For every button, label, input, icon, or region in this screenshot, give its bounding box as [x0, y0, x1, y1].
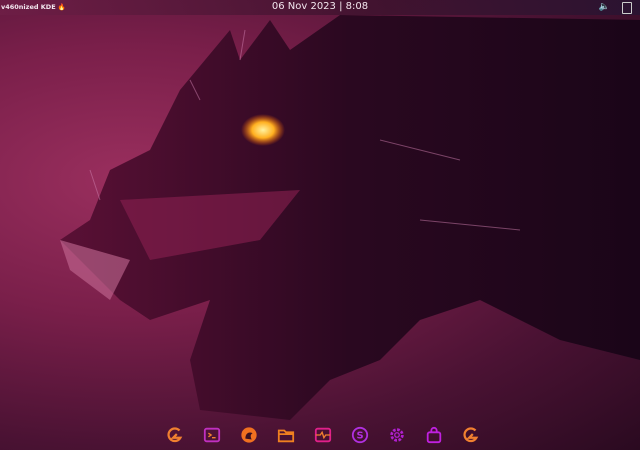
dock: S	[158, 422, 488, 448]
gear-icon	[390, 428, 404, 442]
dock-launcher-2[interactable]	[460, 424, 482, 446]
dock-terminal[interactable]	[201, 424, 223, 446]
system-tray: 🔈	[599, 2, 632, 14]
firefox-icon	[241, 427, 257, 443]
launcher-icon	[167, 427, 183, 443]
dock-files[interactable]	[275, 424, 297, 446]
folder-icon	[277, 429, 295, 443]
shopping-bag-icon	[426, 426, 442, 444]
dock-firefox[interactable]	[238, 424, 260, 446]
top-panel: v460nized KDE 🔥 06 Nov 2023 | 8:08 🔈	[0, 0, 640, 15]
dragon-wallpaper	[60, 15, 640, 420]
skype-icon: S	[351, 426, 369, 444]
dock-settings[interactable]	[386, 424, 408, 446]
dock-launcher[interactable]	[164, 424, 186, 446]
clock[interactable]: 06 Nov 2023 | 8:08	[0, 1, 640, 12]
terminal-icon	[203, 427, 221, 443]
dock-store[interactable]	[423, 424, 445, 446]
volume-icon[interactable]: 🔈	[599, 2, 610, 14]
dock-skype[interactable]: S	[349, 424, 371, 446]
svg-text:S: S	[356, 431, 363, 442]
monitor-icon	[314, 427, 332, 443]
show-desktop-icon[interactable]	[622, 2, 632, 14]
dock-system-monitor[interactable]	[312, 424, 334, 446]
launcher-icon	[463, 427, 479, 443]
